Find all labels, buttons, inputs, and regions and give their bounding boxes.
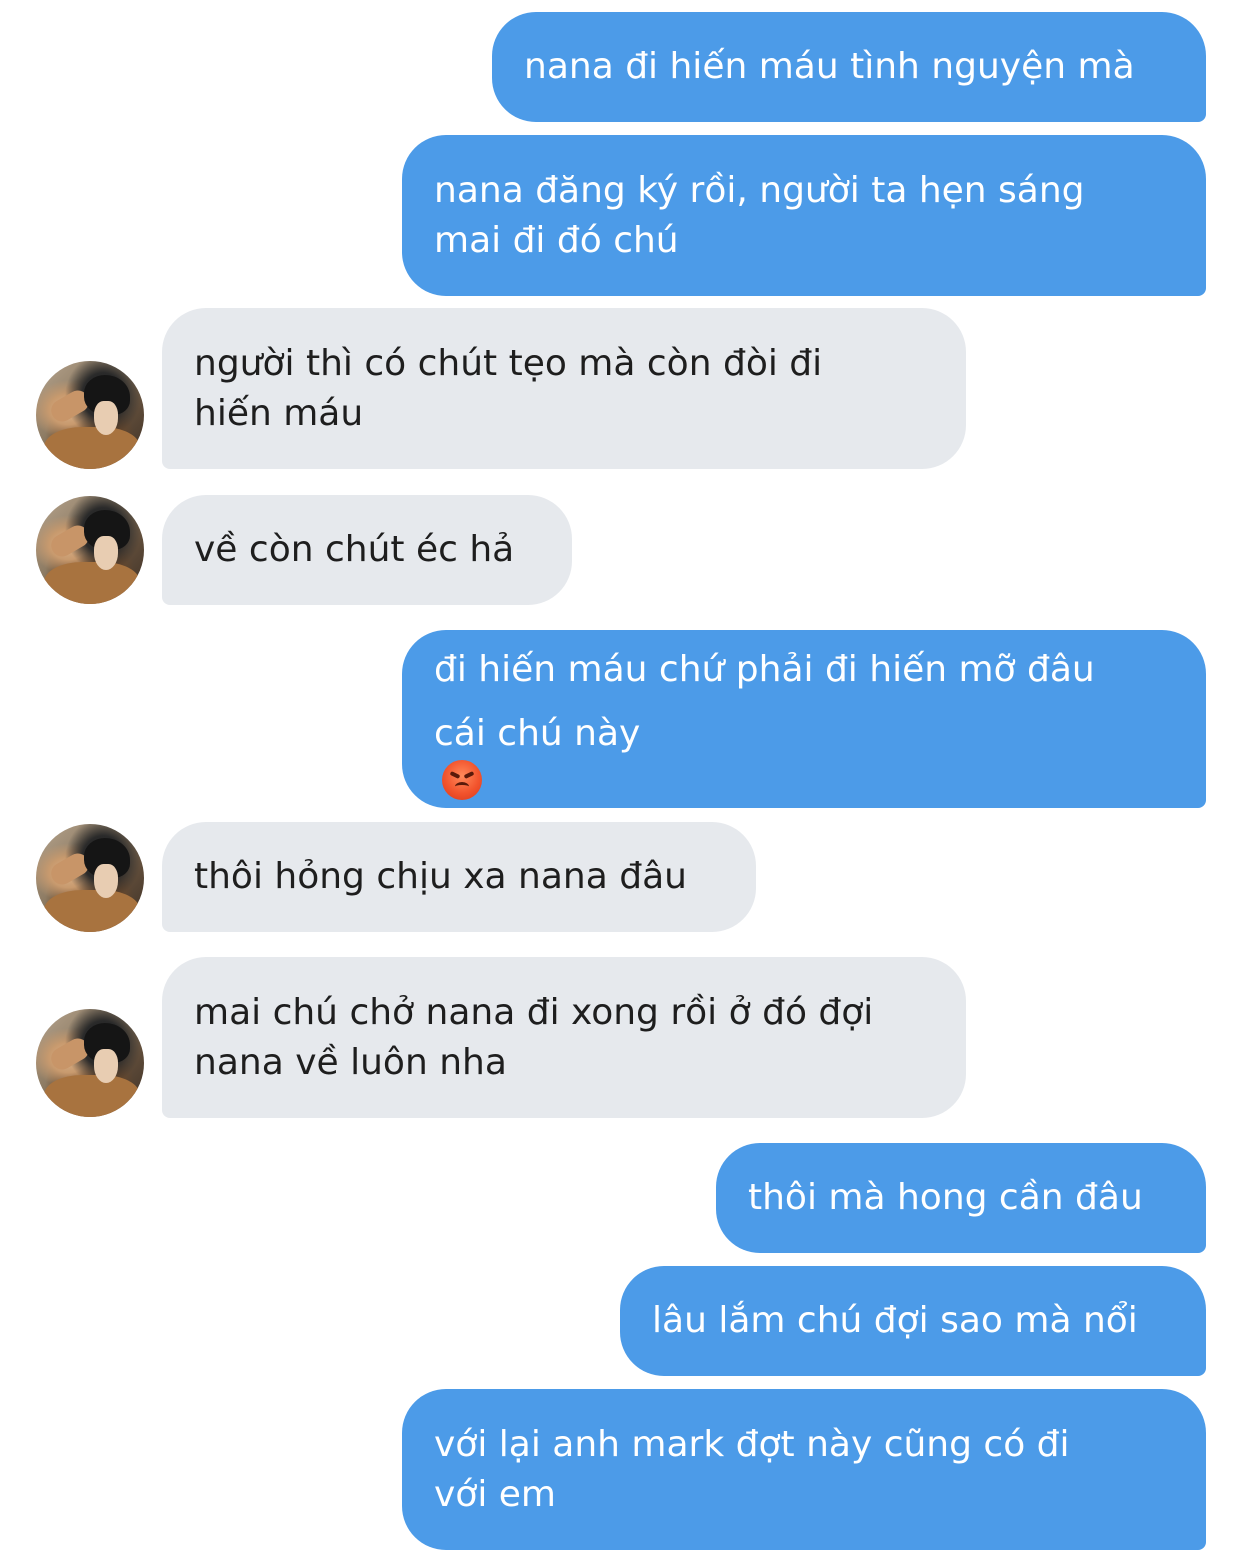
contact-avatar[interactable] — [36, 361, 144, 469]
message-text: nana đi hiến máu tình nguyện mà — [524, 46, 1135, 87]
message-text-line: mai đi đó chú — [434, 219, 679, 261]
contact-avatar[interactable] — [36, 496, 144, 604]
message-bubble-outgoing[interactable]: lâu lắm chú đợi sao mà nổi — [620, 1266, 1206, 1376]
message-bubble-incoming[interactable]: mai chú chở nana đi xong rồi ở đó đợi na… — [162, 957, 966, 1118]
message-bubble-incoming[interactable]: thôi hỏng chịu xa nana đâu — [162, 822, 756, 932]
message-bubble-outgoing[interactable]: thôi mà hong cần đâu — [716, 1143, 1206, 1253]
message-bubble-incoming[interactable]: người thì có chút tẹo mà còn đòi đi hiến… — [162, 308, 966, 469]
message-text-line: với em — [434, 1473, 556, 1515]
message-bubble-outgoing[interactable]: đi hiến máu chứ phải đi hiến mỡ đâu cái … — [402, 630, 1206, 808]
message-text-line: cái chú này — [434, 702, 640, 800]
message-text-line: hiến máu — [194, 392, 364, 434]
message-text: thôi mà hong cần đâu — [748, 1177, 1143, 1218]
message-text: thôi hỏng chịu xa nana đâu — [194, 856, 687, 897]
angry-emoji-icon — [442, 760, 482, 800]
message-text-line: với lại anh mark đợt này cũng có đi — [434, 1423, 1070, 1465]
message-bubble-outgoing[interactable]: nana đi hiến máu tình nguyện mà — [492, 12, 1206, 122]
message-bubble-outgoing[interactable]: nana đăng ký rồi, người ta hẹn sáng mai … — [402, 135, 1206, 296]
message-text-line: người thì có chút tẹo mà còn đòi đi — [194, 342, 823, 384]
message-bubble-outgoing[interactable]: với lại anh mark đợt này cũng có đi với … — [402, 1389, 1206, 1550]
message-text-line: nana về luôn nha — [194, 1041, 507, 1083]
message-text-line: mai chú chở nana đi xong rồi ở đó đợi — [194, 991, 874, 1033]
message-text-segment: cái chú này — [434, 713, 641, 754]
message-text: về còn chút éc hả — [194, 529, 515, 570]
contact-avatar[interactable] — [36, 824, 144, 932]
message-text-line: nana đăng ký rồi, người ta hẹn sáng — [434, 169, 1085, 211]
message-text: lâu lắm chú đợi sao mà nổi — [652, 1300, 1138, 1341]
message-bubble-incoming[interactable]: về còn chút éc hả — [162, 495, 572, 605]
message-text-line: đi hiến máu chứ phải đi hiến mỡ đâu — [434, 649, 1095, 690]
contact-avatar[interactable] — [36, 1009, 144, 1117]
